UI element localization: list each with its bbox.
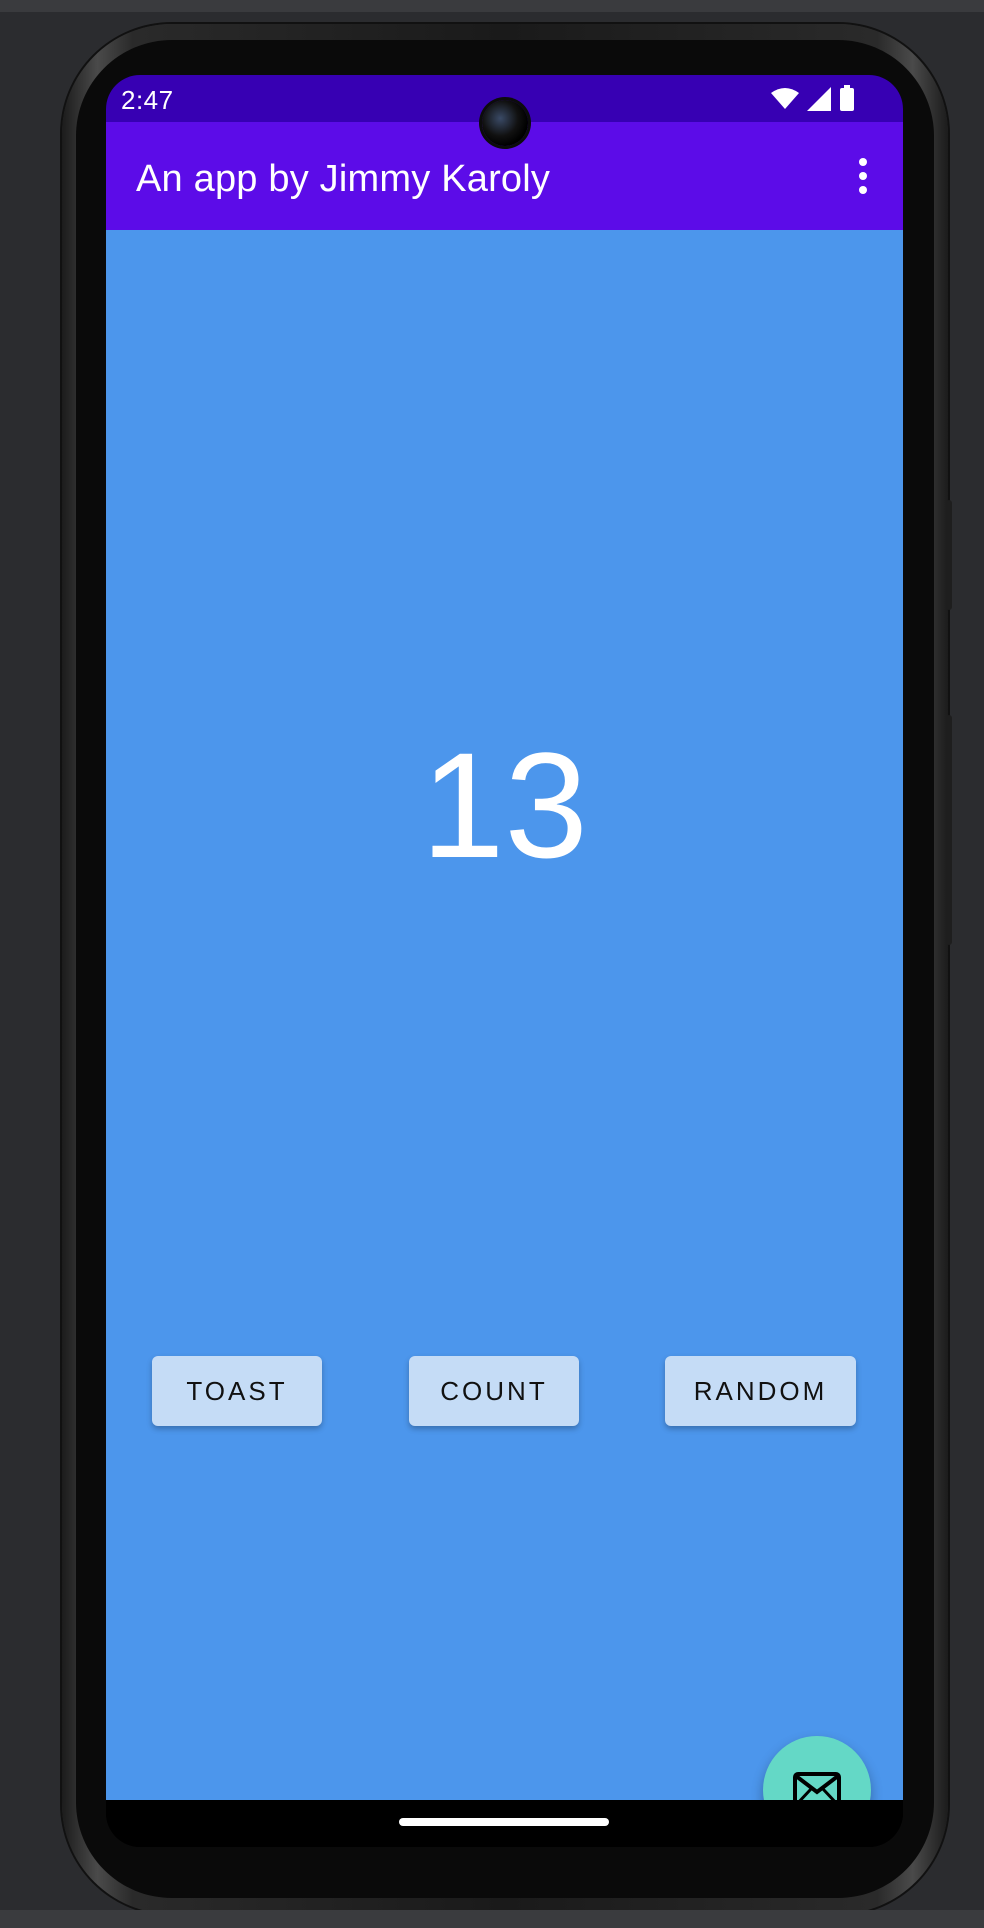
camera-cutout — [482, 100, 528, 146]
count-button[interactable]: COUNT — [409, 1356, 579, 1426]
main-content: 13 TOAST COUNT RANDOM — [106, 230, 903, 1844]
status-time: 2:47 — [121, 85, 174, 115]
wifi-icon — [771, 88, 799, 109]
signal-icon — [807, 87, 831, 111]
ide-toolbar — [0, 0, 984, 12]
power-button — [946, 500, 952, 610]
navigation-bar — [106, 1800, 903, 1847]
count-display: 13 — [421, 721, 588, 889]
home-handle[interactable] — [399, 1818, 609, 1826]
more-vert-icon[interactable] — [853, 158, 873, 194]
app-title: An app by Jimmy Karoly — [136, 158, 551, 200]
toast-button[interactable]: TOAST — [152, 1356, 322, 1426]
random-button[interactable]: RANDOM — [665, 1356, 856, 1426]
status-icons — [771, 85, 855, 111]
battery-icon — [840, 85, 854, 111]
volume-button — [946, 715, 952, 945]
device-screen: 2:47 An app by Jimmy Karoly 13 TOAST COU… — [106, 75, 903, 1847]
ide-statusbar — [0, 1910, 984, 1928]
